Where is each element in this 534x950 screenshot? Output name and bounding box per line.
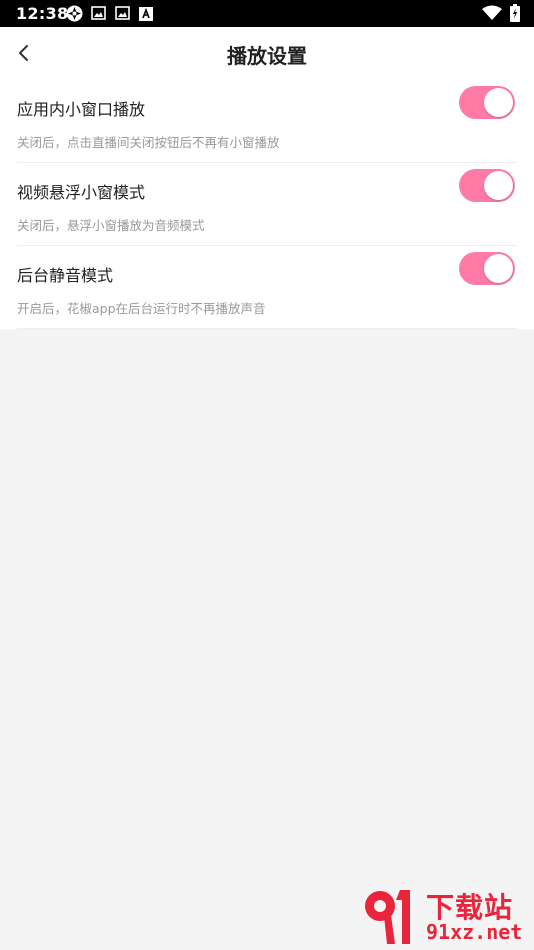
setting-title: 后台静音模式 <box>17 266 114 285</box>
toggle-background-mute[interactable] <box>459 252 515 285</box>
status-icons-left <box>66 5 153 22</box>
setting-row-in-app-mini-window: 应用内小窗口播放 关闭后，点击直播间关闭按钮后不再有小窗播放 <box>17 80 517 163</box>
sync-icon <box>66 5 83 22</box>
setting-title: 应用内小窗口播放 <box>17 100 146 119</box>
watermark-url: 91xz.net <box>426 920 523 944</box>
status-icons-right <box>482 4 520 22</box>
toggle-knob <box>484 88 513 117</box>
toggle-knob <box>484 171 513 200</box>
wifi-icon <box>482 5 502 20</box>
gallery-icon-2 <box>115 6 130 20</box>
setting-title: 视频悬浮小窗模式 <box>17 183 146 202</box>
setting-desc: 开启后，花椒app在后台运行时不再播放声音 <box>17 301 266 316</box>
status-bar: 12:38 <box>0 0 534 27</box>
nav-bar: 播放设置 <box>0 27 534 80</box>
setting-desc: 关闭后，悬浮小窗播放为音频模式 <box>17 218 205 233</box>
a-icon <box>139 6 153 21</box>
page-title: 播放设置 <box>227 44 307 68</box>
settings-list: 应用内小窗口播放 关闭后，点击直播间关闭按钮后不再有小窗播放 视频悬浮小窗模式 … <box>0 80 534 329</box>
watermark: 下载站 91xz.net <box>360 886 532 946</box>
status-time: 12:38 <box>16 4 69 23</box>
setting-row-floating-window: 视频悬浮小窗模式 关闭后，悬浮小窗播放为音频模式 <box>17 163 517 246</box>
setting-row-background-mute: 后台静音模式 开启后，花椒app在后台运行时不再播放声音 <box>17 246 517 329</box>
battery-icon <box>510 4 520 22</box>
watermark-logo-icon <box>365 890 410 944</box>
toggle-knob <box>484 254 513 283</box>
setting-desc: 关闭后，点击直播间关闭按钮后不再有小窗播放 <box>17 135 280 150</box>
gallery-icon <box>91 6 106 20</box>
toggle-floating-window[interactable] <box>459 169 515 202</box>
toggle-in-app-mini-window[interactable] <box>459 86 515 119</box>
